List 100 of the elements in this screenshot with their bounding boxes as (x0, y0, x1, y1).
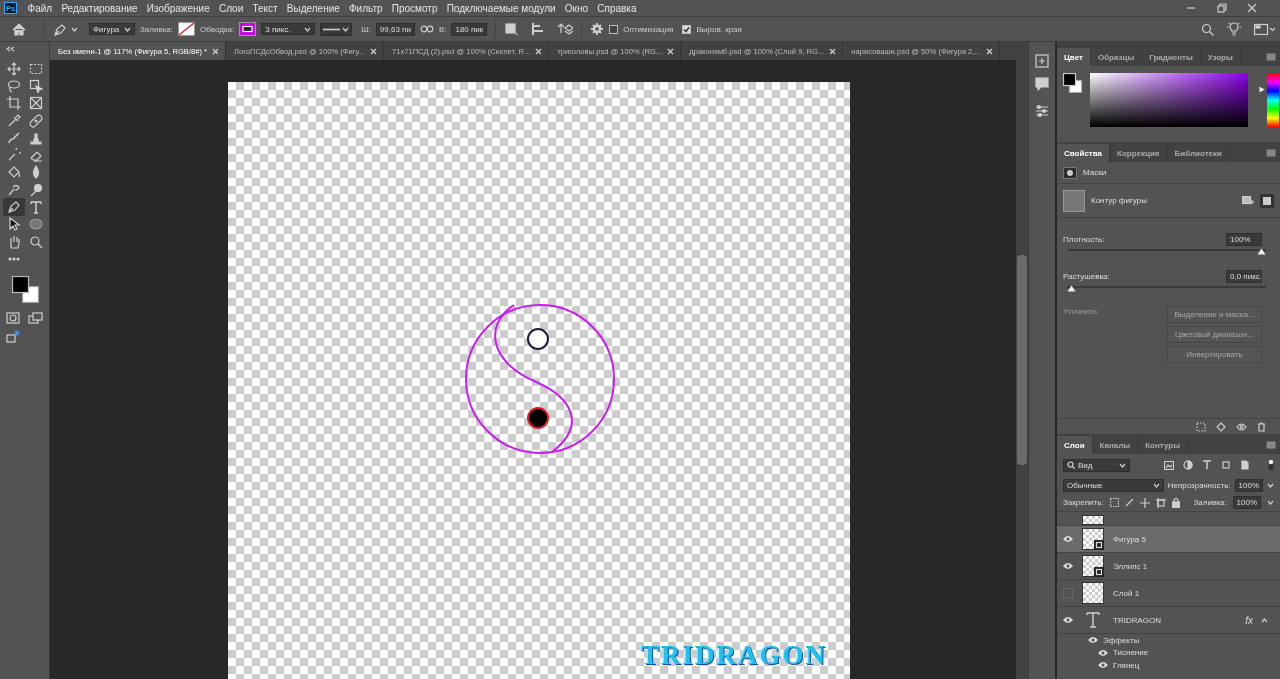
color-field[interactable] (1090, 73, 1248, 127)
history-icon[interactable] (1035, 54, 1049, 68)
screen-mode-icon[interactable] (28, 311, 44, 324)
adjustments-icon[interactable] (1035, 104, 1049, 118)
opacity-field[interactable]: 100% (1234, 478, 1263, 492)
menu-item[interactable]: Слои (214, 2, 248, 14)
menu-item[interactable]: Подключаемые модули (442, 2, 561, 14)
scrollbar[interactable] (1016, 60, 1028, 679)
lock-artboard-icon[interactable] (1155, 497, 1166, 508)
panel-tab[interactable]: Свойства (1057, 144, 1111, 162)
close-icon[interactable] (829, 47, 837, 55)
filter-toggle-icon[interactable] (1268, 459, 1274, 471)
eye-icon[interactable] (1062, 535, 1074, 543)
menu-item[interactable]: Просмотр (387, 2, 443, 14)
fill-field[interactable]: 100% (1232, 496, 1261, 509)
collapse-icon[interactable] (5, 46, 15, 52)
close-icon[interactable] (535, 47, 543, 55)
workspace-icon[interactable] (1254, 23, 1276, 35)
eye-icon[interactable] (1097, 661, 1109, 670)
collapse-caret-icon[interactable] (1261, 617, 1268, 623)
lock-move-icon[interactable] (1139, 497, 1150, 508)
menu-item[interactable]: Окно (560, 2, 593, 14)
eye-icon[interactable] (1062, 562, 1074, 570)
eye-icon[interactable] (1087, 636, 1099, 645)
menu-item[interactable]: Текст (247, 2, 283, 14)
menu-item[interactable]: Файл (23, 2, 57, 14)
search-icon[interactable] (1201, 22, 1214, 36)
diamond-icon[interactable] (1216, 421, 1226, 432)
effect-name: Глянец (1113, 660, 1140, 670)
path-operations-icon[interactable] (504, 22, 519, 36)
panel-tab[interactable]: Библиотеки (1167, 144, 1230, 162)
hue-slider[interactable] (1259, 73, 1279, 127)
layer-row[interactable]: TRIDRAGON fx (1057, 607, 1280, 634)
height-field[interactable]: 180 пик (451, 22, 488, 36)
home-icon[interactable] (12, 22, 26, 36)
add-mask-icon[interactable] (1242, 195, 1254, 206)
lock-icon[interactable] (1171, 497, 1180, 508)
stroke-width-dropdown[interactable]: 3 пикс. (261, 23, 316, 35)
panel-tab[interactable]: Каналы (1092, 436, 1139, 454)
shape-filter-icon[interactable] (1221, 460, 1231, 470)
hue-pointer-icon[interactable] (1259, 86, 1265, 94)
color-swatches-drawing[interactable] (1063, 73, 1083, 93)
settings-icon[interactable] (590, 22, 605, 36)
checkbox[interactable] (609, 24, 619, 34)
adjustment-filter-icon[interactable] (1183, 460, 1193, 470)
menu-item[interactable]: Выделение (282, 2, 345, 14)
checkbox[interactable] (682, 24, 692, 34)
restore-icon[interactable] (1217, 3, 1227, 13)
selection-icon[interactable] (1196, 421, 1206, 432)
fill-swatch[interactable] (178, 22, 195, 36)
pen-icon[interactable] (53, 22, 66, 36)
filter-dropdown[interactable]: Вид (1063, 458, 1130, 472)
width-field[interactable]: 99,63 пи (375, 22, 415, 36)
frame-badge-icon[interactable] (6, 329, 20, 344)
panel-tab[interactable]: Контуры (1138, 436, 1188, 454)
panel-tab[interactable]: Цвет (1057, 48, 1091, 66)
eye-icon[interactable] (1097, 648, 1109, 657)
layer-row[interactable]: Слой 1 (1057, 580, 1280, 607)
link-icon[interactable] (419, 25, 434, 33)
panel-tab[interactable]: Узоры (1200, 48, 1241, 66)
menu-item[interactable]: Справка (592, 2, 642, 14)
line-style-dropdown[interactable] (320, 22, 353, 36)
menu-item[interactable]: Фильтр (344, 2, 388, 14)
layer-row[interactable]: Эллипс 1 (1057, 553, 1280, 580)
menu-item[interactable]: Редактирование (56, 2, 143, 14)
mode-dropdown[interactable]: Фигура (89, 23, 135, 35)
stroke-swatch[interactable] (239, 22, 257, 36)
lightbulb-icon[interactable] (1227, 22, 1241, 36)
smart-object-filter-icon[interactable] (1240, 460, 1250, 470)
close-icon[interactable] (985, 47, 993, 55)
vector-mask-icon[interactable] (1260, 193, 1274, 208)
comment-icon[interactable] (1035, 77, 1049, 91)
eye-icon[interactable] (1062, 616, 1074, 624)
align-icon[interactable] (531, 22, 546, 36)
value-field[interactable]: 100% (1226, 233, 1262, 246)
image-filter-icon[interactable] (1164, 460, 1174, 470)
quick-mask-icon[interactable] (6, 311, 20, 324)
blend-mode-dropdown[interactable]: Обычные (1063, 478, 1164, 492)
panel-tab[interactable]: Слои (1057, 436, 1093, 454)
close-icon[interactable] (369, 47, 377, 55)
value-field[interactable]: 0,0 пикс. (1226, 270, 1262, 283)
slider-thumb[interactable] (1257, 248, 1266, 255)
layer-row[interactable]: Фигура 5 (1057, 526, 1280, 553)
close-icon[interactable] (212, 47, 220, 55)
type-filter-icon[interactable] (1202, 460, 1212, 470)
menu-item[interactable]: Изображение (142, 2, 215, 14)
lock-pixels-icon[interactable] (1109, 498, 1119, 507)
color-swatches-drawing[interactable] (10, 275, 40, 306)
panel-tab[interactable]: Градиенты (1142, 48, 1201, 66)
slider-thumb[interactable] (1067, 285, 1076, 292)
close-icon[interactable] (1247, 3, 1257, 13)
pen-tool-button[interactable] (3, 198, 25, 216)
close-icon[interactable] (667, 47, 675, 55)
panel-tab[interactable]: Образцы (1090, 48, 1143, 66)
lock-brush-icon[interactable] (1124, 498, 1134, 507)
arrange-icon[interactable] (557, 22, 574, 36)
panel-tab[interactable]: Коррекция (1110, 144, 1168, 162)
mask-icon[interactable] (1063, 166, 1077, 179)
eye-icon[interactable] (1236, 422, 1247, 431)
trash-icon[interactable] (1257, 421, 1266, 432)
